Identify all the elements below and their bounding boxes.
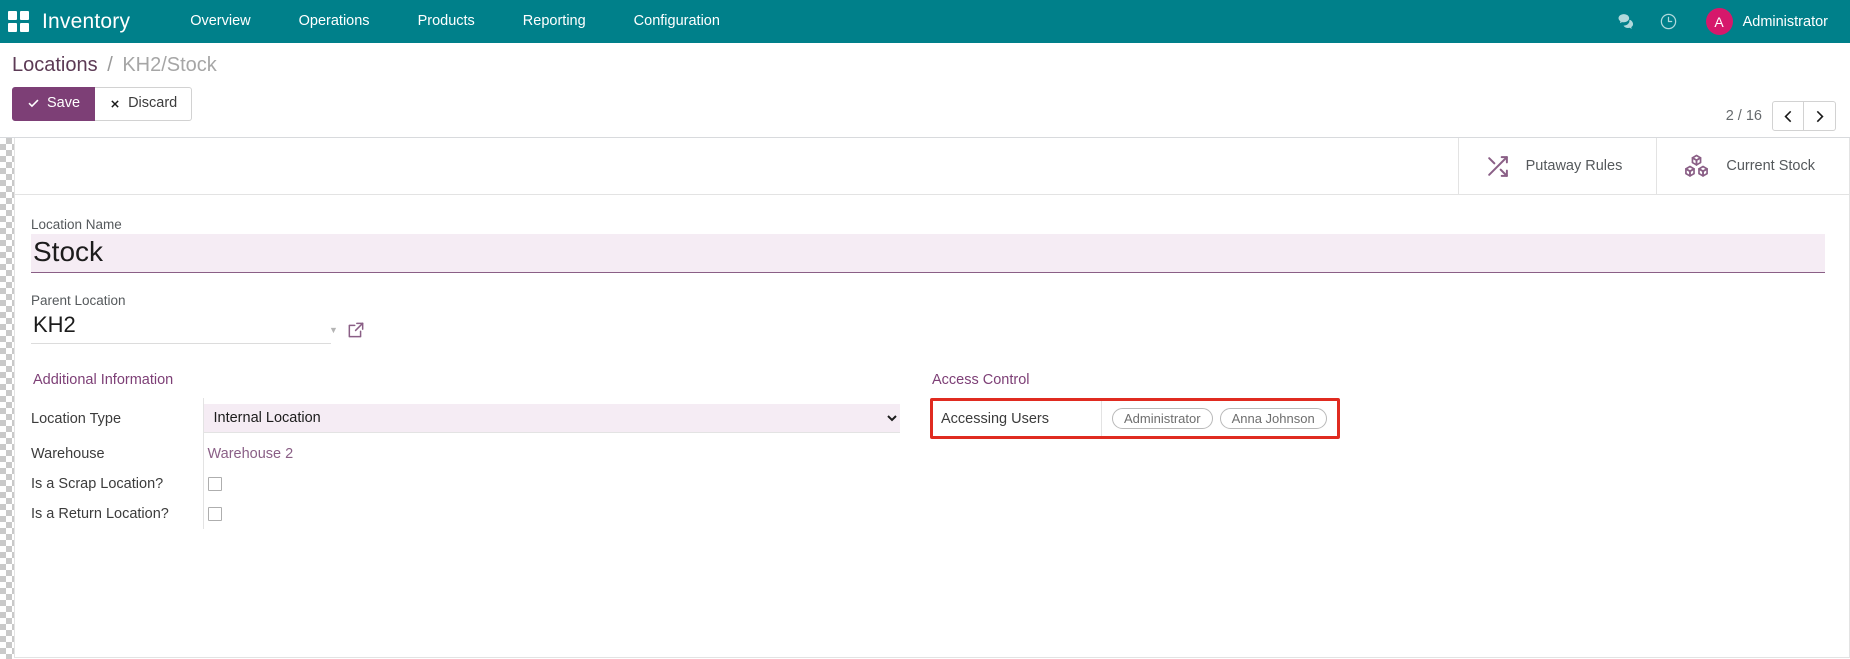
save-button[interactable]: Save (12, 87, 95, 121)
location-type-label: Location Type (31, 398, 203, 439)
field-row-return-location: Is a Return Location? (31, 499, 900, 529)
record-pager: 2 / 16 (1726, 101, 1836, 131)
accessing-users-label: Accessing Users (933, 403, 1101, 435)
location-type-select[interactable]: Internal Location (204, 404, 901, 433)
menu-item-reporting[interactable]: Reporting (499, 0, 610, 43)
breadcrumb-locations[interactable]: Locations (12, 54, 98, 76)
user-name-label: Administrator (1743, 14, 1828, 30)
access-control-group: Access Control Accessing Users Administr… (930, 372, 1829, 529)
parent-location-input[interactable] (31, 310, 331, 344)
accessing-users-highlight: Accessing Users Administrator Anna Johns… (930, 398, 1340, 439)
additional-information-title: Additional Information (31, 372, 900, 388)
avatar: A (1706, 8, 1733, 35)
return-location-label: Is a Return Location? (31, 499, 203, 529)
stat-button-current-stock-label: Current Stock (1726, 158, 1815, 174)
warehouse-label: Warehouse (31, 439, 203, 469)
scrap-location-label: Is a Scrap Location? (31, 469, 203, 499)
stat-button-current-stock[interactable]: Current Stock (1656, 138, 1849, 194)
discard-button-label: Discard (128, 94, 177, 114)
menu-item-operations[interactable]: Operations (275, 0, 394, 43)
close-x-icon (109, 98, 121, 110)
apps-grid-icon[interactable] (8, 11, 29, 32)
top-navbar: Inventory Overview Operations Products R… (0, 0, 1850, 43)
pager-previous-button[interactable] (1772, 101, 1804, 131)
shuffle-icon (1485, 154, 1510, 179)
field-row-accessing-users: Accessing Users Administrator Anna Johns… (933, 401, 1337, 436)
form-sheet-wrapper: Putaway Rules Current Stock Location Nam… (0, 138, 1850, 658)
additional-information-group: Additional Information Location Type Int… (31, 372, 930, 529)
discard-button[interactable]: Discard (95, 87, 192, 121)
warehouse-value-link[interactable]: Warehouse 2 (204, 446, 294, 462)
return-location-checkbox[interactable] (208, 507, 222, 521)
check-icon (27, 97, 40, 110)
breadcrumb-separator: / (107, 54, 113, 76)
breadcrumb: Locations / KH2/Stock (12, 53, 1836, 77)
control-panel: Locations / KH2/Stock Save Discard 2 / 1… (0, 43, 1850, 138)
form-body: Location Name Parent Location ▼ (15, 195, 1849, 529)
chevron-left-icon (1783, 110, 1794, 123)
cubes-icon (1683, 153, 1710, 180)
menu-item-products[interactable]: Products (394, 0, 499, 43)
accessing-users-tags[interactable]: Administrator Anna Johnson (1101, 401, 1337, 436)
clock-icon[interactable] (1650, 0, 1688, 43)
stat-button-putaway-rules-label: Putaway Rules (1526, 158, 1623, 174)
scrap-location-checkbox[interactable] (208, 477, 222, 491)
pager-buttons (1772, 101, 1836, 131)
caret-down-icon[interactable]: ▼ (329, 325, 338, 344)
pager-count: 2 / 16 (1726, 108, 1762, 124)
field-row-scrap-location: Is a Scrap Location? (31, 469, 900, 499)
field-row-warehouse: Warehouse Warehouse 2 (31, 439, 900, 469)
access-control-title: Access Control (930, 372, 1799, 388)
external-link-icon[interactable] (346, 320, 366, 344)
chevron-right-icon (1814, 110, 1825, 123)
user-tag-administrator[interactable]: Administrator (1112, 408, 1213, 429)
pager-next-button[interactable] (1804, 101, 1836, 131)
breadcrumb-current: KH2/Stock (122, 54, 216, 76)
main-menu: Overview Operations Products Reporting C… (166, 0, 744, 43)
location-name-group: Location Name (31, 217, 1829, 273)
page-gutter (0, 138, 14, 659)
location-name-label: Location Name (31, 217, 1829, 232)
app-brand-inventory[interactable]: Inventory (42, 10, 130, 34)
stat-button-row: Putaway Rules Current Stock (15, 138, 1849, 195)
menu-item-overview[interactable]: Overview (166, 0, 274, 43)
navbar-right: A Administrator (1608, 0, 1836, 43)
form-columns: Additional Information Location Type Int… (31, 372, 1829, 529)
parent-location-label: Parent Location (31, 293, 1829, 308)
user-tag-anna-johnson[interactable]: Anna Johnson (1220, 408, 1327, 429)
chat-bubble-icon[interactable] (1608, 0, 1646, 43)
save-button-label: Save (47, 94, 80, 114)
form-action-buttons: Save Discard (12, 87, 1836, 121)
field-row-location-type: Location Type Internal Location (31, 398, 900, 439)
location-name-input[interactable] (31, 234, 1825, 273)
form-sheet: Putaway Rules Current Stock Location Nam… (14, 138, 1850, 658)
menu-item-configuration[interactable]: Configuration (610, 0, 744, 43)
parent-location-group: Parent Location ▼ (31, 293, 1829, 344)
user-menu[interactable]: A Administrator (1692, 8, 1836, 35)
stat-button-putaway-rules[interactable]: Putaway Rules (1458, 138, 1657, 194)
